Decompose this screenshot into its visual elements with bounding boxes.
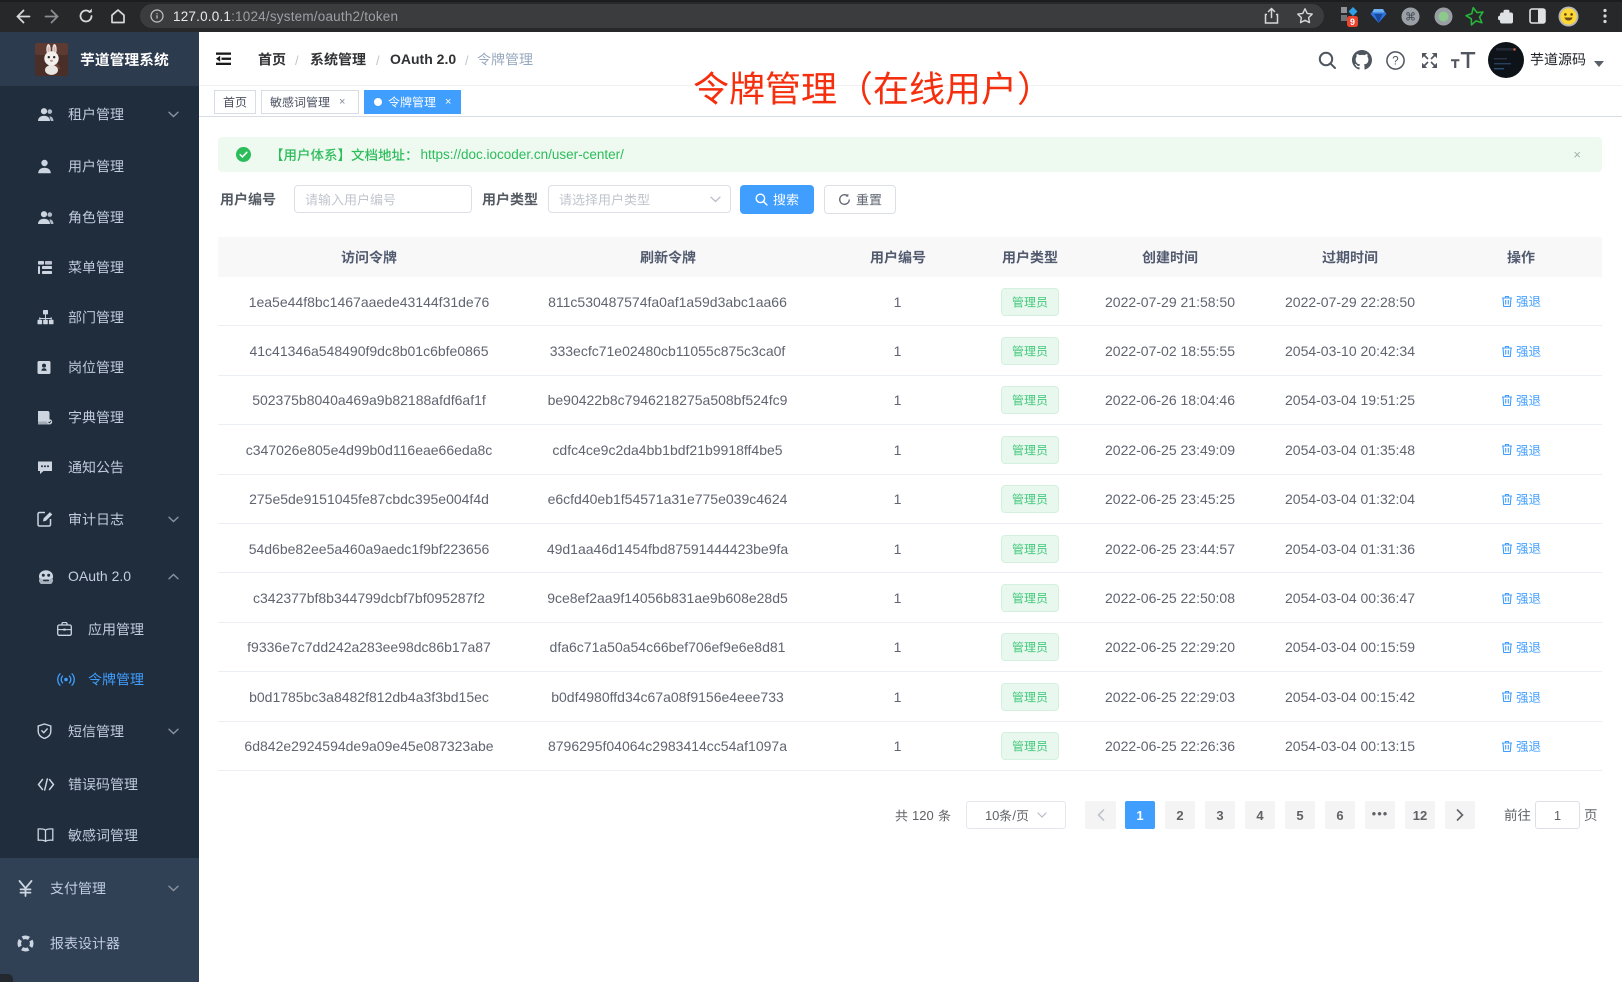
- svg-text:⌘: ⌘: [1405, 12, 1416, 24]
- svg-text:?: ?: [1392, 56, 1398, 68]
- svg-text:9: 9: [1350, 17, 1355, 27]
